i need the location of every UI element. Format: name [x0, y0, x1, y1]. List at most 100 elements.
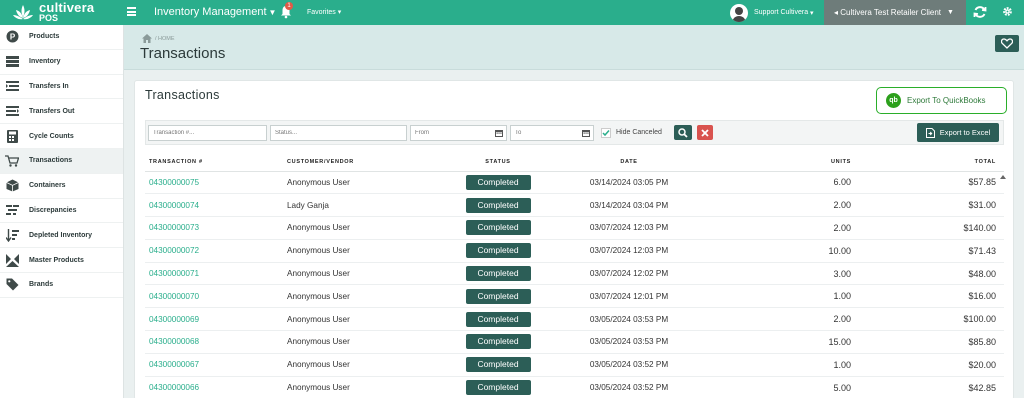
clear-filters-button[interactable] — [697, 125, 713, 140]
heart-icon — [1001, 38, 1013, 49]
transaction-link[interactable]: 04300000068 — [149, 337, 199, 346]
close-icon — [701, 128, 709, 137]
sidebar-item-master-products[interactable]: Master Products — [0, 248, 123, 273]
caret-down-icon: ▼ — [947, 9, 954, 16]
table-row[interactable]: 04300000075 Anonymous User Completed 03/14/… — [145, 171, 1004, 195]
cultivera-logo[interactable]: cultivera POS — [0, 0, 124, 25]
column-header-date[interactable]: DATE — [554, 154, 704, 172]
transaction-link[interactable]: 04300000067 — [149, 360, 199, 369]
cart-icon — [5, 154, 19, 168]
table-row[interactable]: 04300000072 Anonymous User Completed 03/07/… — [145, 239, 1004, 263]
export-excel-button[interactable]: Export to Excel — [917, 123, 999, 142]
transaction-number-input[interactable] — [148, 125, 267, 141]
page-header: / HOME Transactions — [124, 25, 1024, 70]
status-badge: Completed — [465, 380, 531, 396]
client-selector[interactable]: ◂ Cultivera Test Retailer Client ▼ — [824, 0, 966, 25]
sidebar-item-brands[interactable]: Brands — [0, 273, 123, 298]
table-cell: 04300000066 — [145, 376, 287, 398]
transactions-card: Transactions qb Export To QuickBooks Hid… — [134, 80, 1014, 398]
table-row[interactable]: 04300000066 Anonymous User Completed 03/05/… — [145, 376, 1004, 398]
search-button[interactable] — [674, 125, 692, 140]
sidebar-item-products[interactable]: P Products — [0, 25, 123, 50]
table-cell: Anonymous User — [287, 284, 442, 309]
table-row[interactable]: 04300000068 Anonymous User Completed 03/05/… — [145, 330, 1004, 354]
hamburger-menu-icon[interactable] — [127, 7, 136, 16]
table-cell: 10.00 — [704, 239, 854, 263]
table-cell: 04300000075 — [145, 171, 287, 195]
logo-subtitle: POS — [39, 13, 59, 23]
table-row[interactable]: 04300000071 Anonymous User Completed 03/07/… — [145, 262, 1004, 286]
caret-left-icon: ◂ — [834, 8, 839, 17]
table-cell: 2.00 — [704, 216, 854, 240]
sidebar-item-transfers-in[interactable]: Transfers In — [0, 75, 123, 100]
sidebar-item-depleted-inventory[interactable]: Depleted Inventory — [0, 223, 123, 249]
transaction-link[interactable]: 04300000069 — [149, 315, 199, 324]
table-row[interactable]: 04300000070 Anonymous User Completed 03/07/… — [145, 284, 1004, 309]
customer-cell: Anonymous User — [287, 246, 350, 256]
sidebar-item-label: Containers — [29, 182, 66, 190]
table-cell: $85.80 — [854, 330, 1004, 354]
gear-icon[interactable] — [1002, 6, 1013, 17]
units-cell: 1.00 — [833, 359, 851, 370]
client-name: Cultivera Test Retailer Client — [840, 8, 942, 17]
refresh-icon[interactable] — [973, 5, 987, 19]
table-cell: 04300000071 — [145, 262, 287, 286]
table-row[interactable]: 04300000073 Anonymous User Completed 03/07/… — [145, 216, 1004, 240]
breadcrumb-home[interactable]: / HOME — [155, 36, 175, 42]
scroll-up-arrow-icon[interactable] — [1000, 175, 1006, 179]
table-header-row: TRANSACTION # CUSTOMER/VENDOR STATUS DAT… — [145, 154, 1004, 172]
favorite-button[interactable] — [995, 35, 1019, 52]
table-row[interactable]: 04300000069 Anonymous User Completed 03/05/… — [145, 307, 1004, 332]
table-row[interactable]: 04300000074 Lady Ganja Completed 03/14/2024… — [145, 193, 1004, 218]
transaction-link[interactable]: 04300000073 — [149, 223, 199, 232]
customer-cell: Anonymous User — [287, 223, 350, 233]
box-icon — [5, 179, 19, 193]
module-dropdown[interactable]: Inventory Management ▼ — [154, 6, 276, 18]
units-cell: 3.00 — [833, 268, 851, 279]
table-cell: 1.00 — [704, 284, 854, 309]
customer-cell: Lady Ganja — [287, 200, 329, 210]
favorites-dropdown[interactable]: Favorites ▾ — [307, 8, 341, 16]
sidebar-item-containers[interactable]: Containers — [0, 174, 123, 199]
search-icon — [678, 127, 688, 138]
column-header-status[interactable]: STATUS — [442, 154, 554, 172]
leaf-logo-icon — [13, 4, 33, 19]
column-header-transaction[interactable]: TRANSACTION # — [145, 154, 287, 172]
breadcrumb[interactable]: / HOME — [142, 34, 175, 43]
sidebar-item-inventory[interactable]: Inventory — [0, 50, 123, 75]
transaction-link[interactable]: 04300000074 — [149, 201, 199, 210]
export-quickbooks-label: Export To QuickBooks — [907, 96, 986, 105]
transaction-link[interactable]: 04300000070 — [149, 292, 199, 301]
column-header-total[interactable]: TOTAL — [854, 154, 1004, 172]
column-header-customer[interactable]: CUSTOMER/VENDOR — [287, 154, 442, 172]
total-cell: $16.00 — [968, 291, 996, 302]
hide-canceled-checkbox[interactable] — [601, 128, 611, 138]
calendar-icon[interactable] — [495, 129, 503, 137]
sidebar-item-transfers-out[interactable]: Transfers Out — [0, 99, 123, 125]
transaction-link[interactable]: 04300000066 — [149, 383, 199, 392]
transaction-link[interactable]: 04300000071 — [149, 269, 199, 278]
sidebar-item-cycle-counts[interactable]: Cycle Counts — [0, 124, 123, 149]
table-cell: $140.00 — [854, 216, 1004, 240]
avatar — [730, 3, 748, 22]
date-from-input[interactable] — [410, 125, 507, 141]
caret-down-icon: ▼ — [268, 8, 277, 17]
table-cell: 1.00 — [704, 353, 854, 377]
status-input[interactable] — [270, 125, 407, 141]
user-menu[interactable]: Support Cultivera ▾ — [730, 0, 814, 25]
table-cell: Completed — [442, 239, 554, 263]
card-title: Transactions — [145, 88, 220, 102]
table-cell: 2.00 — [704, 307, 854, 332]
calendar-icon[interactable] — [582, 129, 590, 137]
units-cell: 1.00 — [833, 291, 851, 302]
top-bar: cultivera POS Inventory Management ▼ 1 Fa… — [0, 0, 1024, 25]
table-row[interactable]: 04300000067 Anonymous User Completed 03/05/… — [145, 353, 1004, 377]
export-quickbooks-button[interactable]: qb Export To QuickBooks — [876, 87, 1007, 114]
total-cell: $85.80 — [968, 336, 996, 347]
column-header-units[interactable]: UNITS — [704, 154, 854, 172]
transaction-link[interactable]: 04300000075 — [149, 178, 199, 187]
transaction-link[interactable]: 04300000072 — [149, 246, 199, 255]
sidebar-item-discrepancies[interactable]: Discrepancies — [0, 199, 123, 224]
sidebar-item-transactions[interactable]: Transactions — [0, 148, 123, 174]
status-badge: Completed — [465, 357, 531, 373]
